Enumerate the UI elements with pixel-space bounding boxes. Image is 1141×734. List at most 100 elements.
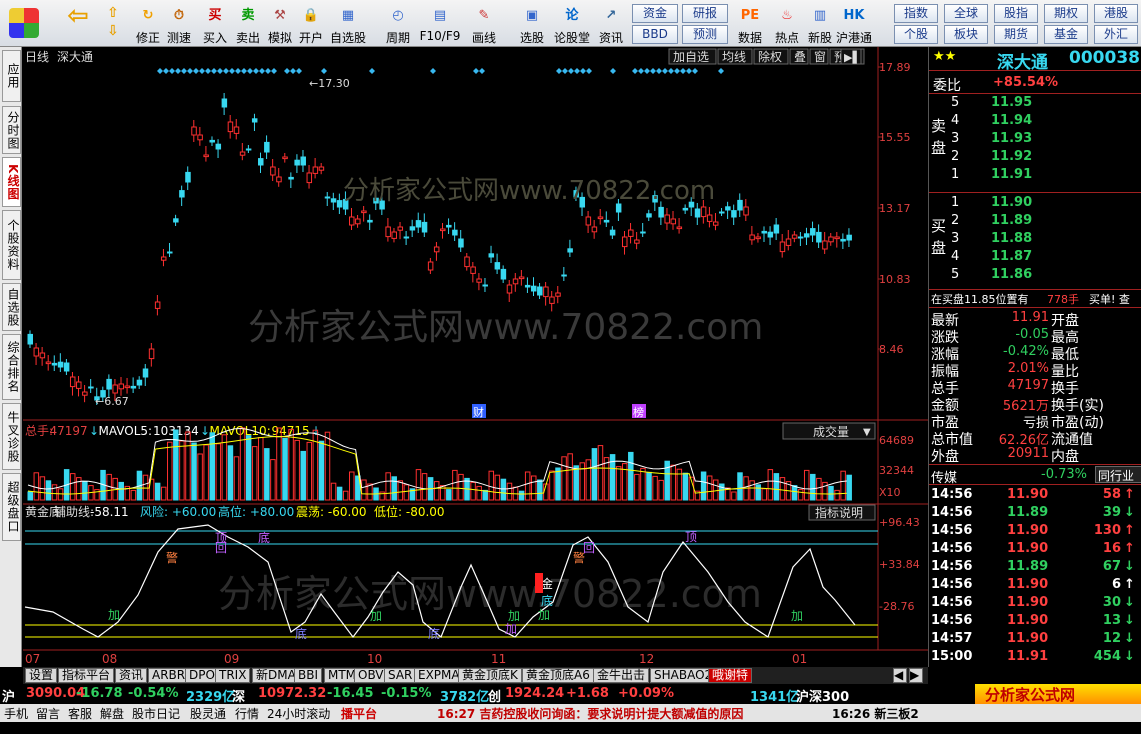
tb-1-button[interactable]: ⏱ 测速 bbox=[161, 2, 197, 45]
nav-9-button[interactable]: 外汇 bbox=[1094, 25, 1138, 44]
indicator-tab-12[interactable]: 黄金顶底K bbox=[458, 668, 522, 683]
bottom-menu-item-6[interactable]: 行情 bbox=[235, 705, 259, 722]
indicator-tab-13[interactable]: 黄金顶底A6 bbox=[522, 668, 594, 683]
bottom-menu-item-2[interactable]: 客服 bbox=[68, 705, 92, 722]
chart-btn-1[interactable]: 均线 bbox=[717, 48, 753, 65]
bottom-menu-item-4[interactable]: 股市日记 bbox=[132, 705, 180, 722]
funds-button[interactable]: 资金 bbox=[632, 4, 678, 23]
bottom-menu-item-8[interactable]: 播平台 bbox=[341, 705, 377, 722]
updown-button[interactable]: ⇧ ⇩ bbox=[100, 2, 126, 45]
nav-7-button[interactable]: 期货 bbox=[994, 25, 1038, 44]
chart-btn-0[interactable]: 加自选 bbox=[668, 48, 717, 65]
candle bbox=[500, 268, 507, 280]
bid-price[interactable]: 11.88 bbox=[991, 231, 1051, 248]
left-tab-0[interactable]: 应用 bbox=[2, 50, 21, 102]
left-tab-1[interactable]: 分时图 bbox=[2, 106, 21, 154]
left-tab-4[interactable]: 自选股 bbox=[2, 283, 21, 331]
ask-price[interactable]: 11.91 bbox=[991, 167, 1051, 184]
indicator-tab-10[interactable]: SAR bbox=[384, 668, 417, 683]
tick-price: 11.90 bbox=[1007, 631, 1049, 646]
bid-price[interactable]: 11.90 bbox=[991, 195, 1051, 212]
bottom-menu-item-0[interactable]: 手机 bbox=[4, 705, 28, 722]
bid-price[interactable]: 11.87 bbox=[991, 249, 1051, 266]
indicator-tab-7[interactable]: BBI bbox=[294, 668, 323, 683]
news-ticker-2[interactable]: 16:26 新三板2 bbox=[832, 705, 919, 722]
bottom-menu-item-1[interactable]: 留言 bbox=[36, 705, 60, 722]
bottom-menu-item-7[interactable]: 24小时滚动 bbox=[267, 705, 330, 722]
bid-price[interactable]: 11.89 bbox=[991, 213, 1051, 230]
indicator-tab-5[interactable]: TRIX bbox=[215, 668, 251, 683]
left-tab-7[interactable]: 超级盘口 bbox=[2, 473, 21, 541]
candle bbox=[512, 278, 519, 285]
tb-12-icon: ↗ bbox=[605, 8, 617, 23]
tb-2-button[interactable]: 买买入 bbox=[197, 2, 233, 45]
ask-price[interactable]: 11.92 bbox=[991, 149, 1051, 166]
tb-15-button[interactable]: ▥ 新股 bbox=[802, 2, 838, 45]
nav-8-button[interactable]: 基金 bbox=[1044, 25, 1088, 44]
tb-16-button[interactable]: HK 沪港通 bbox=[836, 2, 872, 45]
bottom-menu-item-5[interactable]: 股灵通 bbox=[190, 705, 226, 722]
tb-14-button[interactable]: ♨ 热点 bbox=[769, 2, 805, 45]
chart-btn-4[interactable]: 窗 bbox=[809, 48, 829, 65]
back-button[interactable]: ⇦ bbox=[60, 2, 96, 45]
bid-price[interactable]: 11.86 bbox=[991, 267, 1051, 284]
candle bbox=[603, 219, 610, 223]
news-ticker[interactable]: 16:27 吉药控股收问询函：要求说明计提大额减值的原因 bbox=[437, 705, 743, 722]
alert-more[interactable]: 买单! 查 bbox=[1089, 291, 1141, 308]
tab-scroll-right-button[interactable]: ▶ bbox=[909, 668, 923, 683]
left-tab-2[interactable]: K线图 bbox=[2, 157, 21, 207]
tb-5-button[interactable]: 🔒 开户 bbox=[293, 2, 329, 45]
tb-13-button[interactable]: PE 数据 bbox=[732, 2, 768, 45]
app-logo[interactable] bbox=[4, 2, 44, 45]
indicator-tab-6[interactable]: 新DMA bbox=[252, 668, 300, 683]
left-tab-3[interactable]: 个股资料 bbox=[2, 210, 21, 280]
nav-5-button[interactable]: 个股 bbox=[894, 25, 938, 44]
nav-3-button[interactable]: 期权 bbox=[1044, 4, 1088, 23]
bbd-button[interactable]: BBD bbox=[632, 25, 678, 44]
candle bbox=[154, 301, 161, 309]
stock-title: 深大通 bbox=[997, 53, 1048, 73]
indicator-tab-1[interactable]: 指标平台 bbox=[58, 668, 115, 683]
nav-6-button[interactable]: 板块 bbox=[944, 25, 988, 44]
ind-high: 高位: +80.00 bbox=[218, 504, 294, 519]
candle bbox=[233, 126, 240, 134]
tb-9-button[interactable]: ✎ 画线 bbox=[466, 2, 502, 45]
research-button[interactable]: 研报 bbox=[682, 4, 728, 23]
tb-7-button[interactable]: ◴ 周期 bbox=[380, 2, 416, 45]
kline-chart[interactable]: 日线深大通加自选均线除权叠窗预测▶▌17.8915.5513.1710.838.… bbox=[23, 47, 928, 667]
candle bbox=[185, 171, 191, 183]
indicator-tab-0[interactable]: 设置 bbox=[25, 668, 58, 683]
candle bbox=[306, 172, 313, 184]
indicator-tab-3[interactable]: ARBR bbox=[148, 668, 190, 683]
chart-btn-3[interactable]: 叠 bbox=[789, 48, 809, 65]
ask-price[interactable]: 11.93 bbox=[991, 131, 1051, 148]
nav-2-button[interactable]: 股指 bbox=[994, 4, 1038, 23]
left-tab-5[interactable]: 综合排名 bbox=[2, 334, 21, 400]
nav-1-button[interactable]: 全球 bbox=[944, 4, 988, 23]
chart-canvas: 日线深大通加自选均线除权叠窗预测▶▌17.8915.5513.1710.838.… bbox=[23, 47, 928, 667]
indicator-tab-14[interactable]: 金牛出击 bbox=[593, 668, 650, 683]
same-industry-button[interactable]: 同行业 bbox=[1095, 466, 1141, 483]
tab-scroll-left-button[interactable]: ◀ bbox=[893, 668, 907, 683]
tb-3-button[interactable]: 卖卖出 bbox=[230, 2, 266, 45]
indicator-tab-4[interactable]: DPO bbox=[185, 668, 219, 683]
tb-10-button[interactable]: ▣ 选股 bbox=[514, 2, 550, 45]
tb-11-button[interactable]: 论论股堂 bbox=[554, 2, 590, 45]
chart-btn-2[interactable]: 除权 bbox=[753, 48, 789, 65]
divider bbox=[929, 464, 1141, 465]
bottom-menu-item-3[interactable]: 解盘 bbox=[100, 705, 124, 722]
indicator-tab-11[interactable]: EXPMA bbox=[414, 668, 464, 683]
ask-price[interactable]: 11.95 bbox=[991, 95, 1051, 112]
ask-price[interactable]: 11.94 bbox=[991, 113, 1051, 130]
nav-4-button[interactable]: 港股 bbox=[1094, 4, 1138, 23]
left-tab-6[interactable]: 牛叉诊股 bbox=[2, 403, 21, 470]
tb-12-button[interactable]: ↗ 资讯 bbox=[593, 2, 629, 45]
nav-0-button[interactable]: 指数 bbox=[894, 4, 938, 23]
indicator-tab-15[interactable]: SHABAO2 bbox=[650, 668, 717, 683]
tb-8-button[interactable]: ▤ F10/F9 bbox=[416, 2, 464, 45]
indicator-tab-2[interactable]: 资讯 bbox=[115, 668, 148, 683]
indicator-tab-16[interactable]: 哦谢特 bbox=[708, 668, 753, 683]
tb-6-button[interactable]: ▦ 自选股 bbox=[330, 2, 366, 45]
indicator-tab-9[interactable]: OBV bbox=[354, 668, 388, 683]
forecast-button[interactable]: 预测 bbox=[682, 25, 728, 44]
